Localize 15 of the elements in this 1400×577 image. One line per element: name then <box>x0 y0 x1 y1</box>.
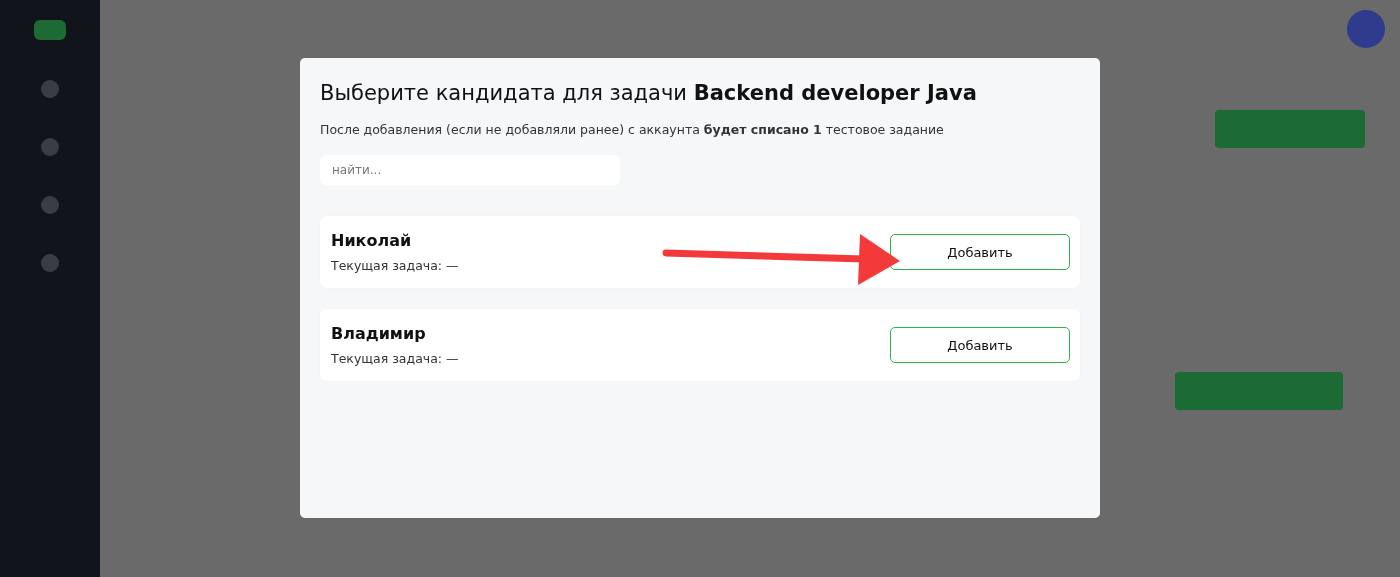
dialog-title: Выберите кандидата для задачи Backend developer Java <box>320 80 978 107</box>
nav-icon[interactable] <box>41 138 59 156</box>
search-field[interactable]: найти... <box>320 155 620 185</box>
nav-icon[interactable] <box>41 80 59 98</box>
nav-icon[interactable] <box>41 254 59 272</box>
candidate-name: Николай <box>331 231 413 250</box>
nav-icon[interactable] <box>41 196 59 214</box>
add-button[interactable]: Добавить <box>890 234 1070 270</box>
avatar-circle <box>1347 10 1385 48</box>
dialog-note: После добавления (если не добавляли ранее) с аккаунта будет списано 1 тестовое задание <box>320 122 945 137</box>
current-task-label: Текущая задача: — <box>331 258 459 273</box>
logo-placeholder <box>34 20 66 40</box>
current-task-label: Текущая задача: — <box>331 351 459 366</box>
candidate-name: Владимир <box>331 324 427 343</box>
add-button[interactable]: Добавить <box>890 327 1070 363</box>
